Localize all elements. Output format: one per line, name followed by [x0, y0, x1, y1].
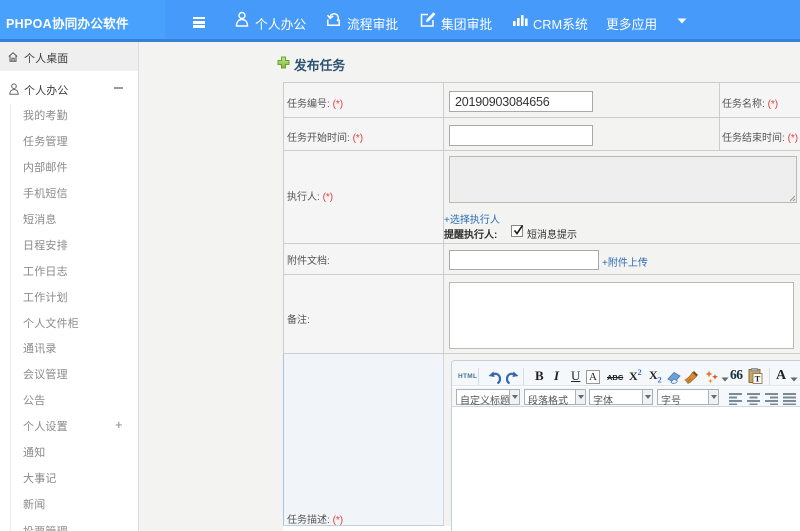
- svg-text:T: T: [755, 374, 761, 384]
